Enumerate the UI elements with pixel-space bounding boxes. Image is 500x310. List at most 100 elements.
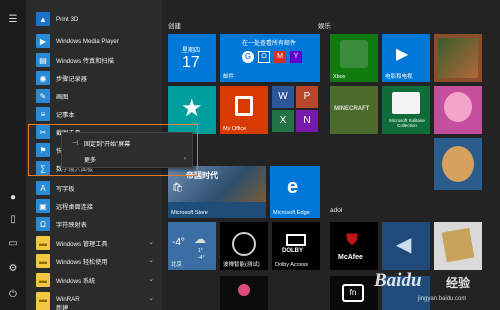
pictures-icon[interactable]: ▭ [0, 232, 26, 254]
cloud-icon: ☁ [194, 232, 206, 246]
solitaire-tile[interactable]: Microsoft Solitaire Collection [382, 86, 430, 134]
list-item[interactable]: ▶ Windows Media Player [26, 32, 162, 50]
baidu-watermark: Baidu 经验 jingyan.baidu.com [358, 268, 496, 308]
weather-low: -4° [198, 255, 205, 261]
candy-tile[interactable] [434, 86, 482, 134]
app-label: 写字板 [56, 185, 75, 193]
word-icon[interactable]: W [272, 86, 294, 108]
edge-label: Microsoft Edge [273, 210, 310, 216]
list-item[interactable]: ▣ 远程桌面连接 [26, 197, 162, 215]
chevron-down-icon: ⌄ [148, 276, 154, 283]
app-label: Windows 传真和扫描 [56, 57, 114, 65]
weather-tile[interactable]: -4° ☁ 1° -4° 北京 [168, 222, 216, 270]
dolby-tile[interactable]: DOLBY Dolby Access [272, 222, 320, 270]
context-menu: ⊣ 固定到"开始"屏幕 更多 › [61, 132, 193, 168]
calendar-tile[interactable]: 星期四 17 [168, 34, 216, 82]
folder-icon [36, 303, 50, 310]
more-menu-item[interactable]: 更多 › [62, 151, 194, 167]
weather-high: 1° [198, 248, 203, 254]
folder-icon: ▬ [36, 254, 50, 268]
settings-gear-icon[interactable]: ⚙ [0, 257, 26, 279]
mcafee-tile[interactable]: ⛊ McAfee [330, 222, 378, 270]
watermark-url: jingyan.baidu.com [418, 296, 467, 302]
list-item[interactable]: A 写字板 [26, 179, 162, 197]
office-tile[interactable]: My Office [220, 86, 268, 134]
app-tile-blue[interactable]: ◀ [382, 222, 430, 270]
mcafee-label: McAfee [338, 254, 363, 261]
folder-icon: ▬ [36, 236, 50, 250]
steps-recorder-icon: ◉ [36, 71, 50, 85]
print3d-icon: ▲ [36, 12, 50, 26]
office-logo-icon [235, 96, 253, 116]
xbox-avatar-icon [340, 40, 368, 68]
media-player-icon: ▶ [36, 34, 50, 48]
watermark-brand: Baidu [374, 270, 422, 291]
paint-icon: ✎ [36, 89, 50, 103]
weather-temp: -4° [172, 237, 185, 248]
chevron-down-icon: ⌄ [148, 257, 154, 264]
wordpad-icon: A [36, 181, 50, 195]
list-item[interactable]: ▬ Windows 管理工具 ⌄ [26, 234, 162, 252]
film-icon: ▶ [396, 46, 409, 63]
character-map-icon: Ω [36, 217, 50, 231]
excel-icon[interactable]: X [272, 110, 294, 132]
gmail-icon: M [274, 51, 286, 63]
list-item[interactable]: Ω 字符映射表 [26, 215, 162, 233]
candy-art-image [444, 92, 472, 122]
pin-to-start-menu-item[interactable]: ⊣ 固定到"开始"屏幕 [62, 135, 194, 151]
chevron-down-icon: ⌄ [148, 239, 154, 246]
list-item[interactable]: ▬ Windows 轻松使用 ⌄ [26, 252, 162, 270]
app-label: 远程桌面连接 [56, 203, 94, 211]
list-item[interactable]: ≡ 记事本 [26, 105, 162, 123]
start-rail: ☰ ● ▯ ▭ ⚙ ⏻ [0, 0, 26, 310]
list-item[interactable]: ◉ 步骤记录器 [26, 69, 162, 87]
camera-tile[interactable] [220, 276, 268, 310]
app-label: 画图 [56, 93, 69, 101]
cooking-art-image [442, 146, 474, 182]
group-title-adol: adol [330, 207, 343, 214]
movies-tile[interactable]: ▶ 电影和电视 [382, 34, 430, 82]
more-label: 更多 [84, 157, 97, 164]
power-icon[interactable]: ⏻ [0, 283, 26, 305]
shopping-bag-icon: 🛍 [172, 182, 184, 192]
game-tile-1[interactable] [434, 34, 482, 82]
app-label: 步骤记录器 [56, 75, 87, 83]
app-label: 新建 [56, 304, 69, 310]
app-label: Windows 轻松使用 [56, 258, 108, 266]
hamburger-menu-icon[interactable]: ☰ [0, 8, 26, 30]
watermark-cn: 经验 [446, 276, 471, 290]
cards-icon [392, 92, 420, 114]
xbox-tile[interactable]: Xbox [330, 34, 378, 82]
app-label: Windows 系统 [56, 277, 96, 285]
dolby-label: Dolby Access [275, 262, 309, 268]
list-item[interactable]: ▬ Windows 系统 ⌄ [26, 271, 162, 289]
documents-icon[interactable]: ▯ [0, 208, 26, 230]
minecraft-tile[interactable]: MINECRAFT [330, 86, 378, 134]
cooking-tile[interactable] [434, 138, 482, 190]
yahoo-icon: Y [290, 51, 302, 63]
cortana-tile[interactable]: 波禅智能(测试) [220, 222, 268, 270]
app-label: Print 3D [56, 15, 79, 23]
list-item[interactable]: ▤ Windows 传真和扫描 [26, 51, 162, 69]
speaker-icon: ◀ [396, 234, 412, 256]
xbox-label: Xbox [333, 74, 346, 80]
list-item[interactable]: 新建 [26, 302, 162, 310]
onenote-icon[interactable]: N [296, 110, 318, 132]
app-label: Windows 管理工具 [56, 240, 108, 248]
powerpoint-icon[interactable]: P [296, 86, 318, 108]
outlook-icon: O [258, 51, 270, 63]
mail-tile[interactable]: 在一处查看所有邮件 G O M Y 邮件 [220, 34, 320, 82]
pin-label: 固定到"开始"屏幕 [84, 141, 131, 148]
mail-label: 邮件 [223, 74, 235, 80]
star-icon: ★ [181, 95, 203, 122]
edge-tile[interactable]: e Microsoft Edge [270, 166, 320, 218]
app-tile-light[interactable] [434, 222, 482, 270]
calendar-date: 17 [182, 54, 200, 71]
user-avatar-icon[interactable]: ● [0, 186, 26, 208]
list-item[interactable]: ✎ 画图 [26, 87, 162, 105]
solitaire-label: Microsoft Solitaire Collection [389, 118, 425, 128]
notepad-icon: ≡ [36, 107, 50, 121]
weather-city: 北京 [171, 262, 183, 268]
list-item[interactable]: ▲ Print 3D [26, 10, 162, 28]
notes-art-image [441, 227, 475, 263]
